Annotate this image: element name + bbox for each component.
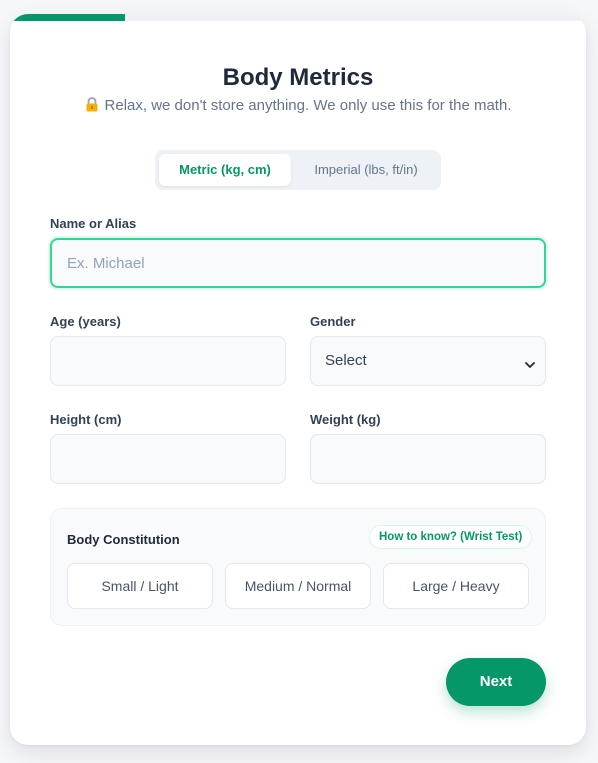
progress-bar bbox=[10, 14, 586, 21]
wrist-test-help-link[interactable]: How to know? (Wrist Test) bbox=[369, 525, 533, 549]
privacy-note-text: Relax, we don't store anything. We only … bbox=[104, 97, 512, 114]
metric-unit-button[interactable]: Metric (kg, cm) bbox=[159, 154, 291, 186]
name-label: Name or Alias bbox=[50, 216, 137, 231]
weight-input[interactable] bbox=[310, 434, 546, 484]
lock-icon bbox=[85, 97, 99, 116]
name-input[interactable] bbox=[50, 238, 546, 288]
weight-label: Weight (kg) bbox=[310, 412, 381, 427]
unit-toggle: Metric (kg, cm) Imperial (lbs, ft/in) bbox=[155, 150, 441, 190]
build-option-small[interactable]: Small / Light bbox=[67, 563, 213, 609]
gender-label: Gender bbox=[310, 314, 356, 329]
body-metrics-card: Body Metrics Relax, we don't store anyth… bbox=[10, 14, 586, 745]
body-constitution-title: Body Constitution bbox=[67, 532, 180, 547]
height-input[interactable] bbox=[50, 434, 286, 484]
imperial-unit-button[interactable]: Imperial (lbs, ft/in) bbox=[295, 154, 437, 186]
build-option-medium[interactable]: Medium / Normal bbox=[225, 563, 371, 609]
build-option-large[interactable]: Large / Heavy bbox=[383, 563, 529, 609]
next-button[interactable]: Next bbox=[446, 658, 546, 706]
age-input[interactable] bbox=[50, 336, 286, 386]
body-constitution-panel: Body Constitution How to know? (Wrist Te… bbox=[50, 508, 546, 626]
progress-bar-fill bbox=[10, 14, 126, 21]
age-label: Age (years) bbox=[50, 314, 121, 329]
page-title: Body Metrics bbox=[222, 64, 374, 91]
chevron-down-icon bbox=[525, 356, 535, 373]
privacy-note: Relax, we don't store anything. We only … bbox=[10, 97, 586, 116]
gender-select-value: Select bbox=[325, 352, 367, 369]
height-label: Height (cm) bbox=[50, 412, 122, 427]
gender-select[interactable]: Select bbox=[310, 336, 546, 386]
